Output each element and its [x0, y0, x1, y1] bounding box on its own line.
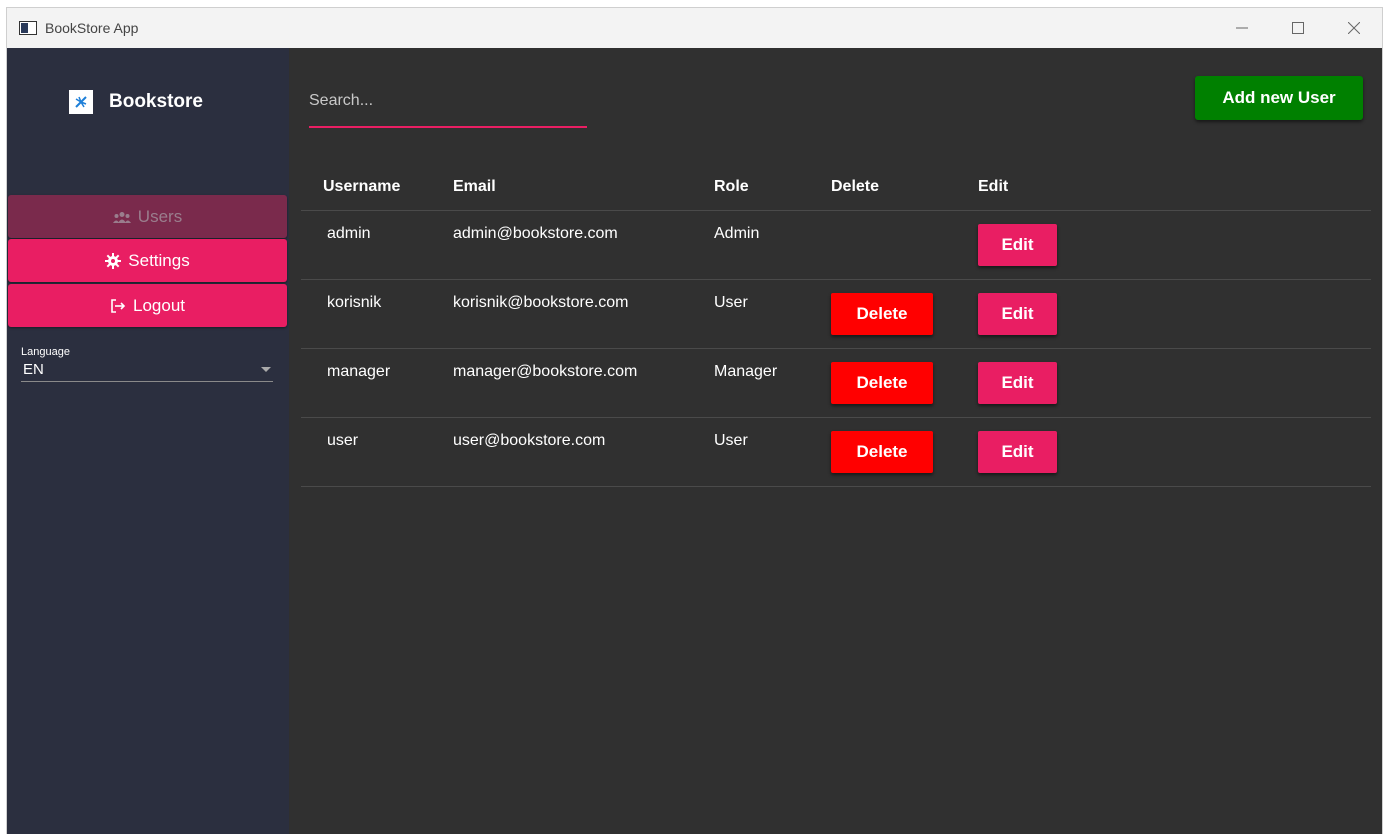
column-header-edit: Edit [978, 178, 1009, 195]
window-controls [1214, 8, 1382, 48]
sidebar: Bookstore Users Settings Logout Language… [7, 48, 289, 834]
sidebar-item-settings[interactable]: Settings [8, 239, 287, 282]
cell-role: Admin [714, 225, 760, 242]
search-field[interactable] [309, 74, 587, 128]
sidebar-item-label: Logout [133, 295, 185, 315]
window-title: BookStore App [45, 20, 139, 36]
close-icon [1348, 22, 1360, 34]
table-row: manager manager@bookstore.com Manager De… [301, 349, 1371, 418]
cell-email: admin@bookstore.com [453, 225, 618, 242]
table-row: korisnik korisnik@bookstore.com User Del… [301, 280, 1371, 349]
sidebar-item-logout[interactable]: Logout [8, 284, 287, 327]
edit-button[interactable]: Edit [978, 293, 1057, 335]
app-window-icon [19, 21, 37, 35]
sidebar-item-label: Settings [128, 250, 190, 270]
brand-name: Bookstore [109, 91, 203, 112]
sidebar-item-users[interactable]: Users [8, 195, 287, 238]
delete-button[interactable]: Delete [831, 362, 933, 404]
edit-button[interactable]: Edit [978, 224, 1057, 266]
delete-button[interactable]: Delete [831, 431, 933, 473]
maximize-icon [1292, 22, 1304, 34]
close-button[interactable] [1326, 8, 1382, 48]
cell-email: manager@bookstore.com [453, 363, 638, 380]
title-bar[interactable]: BookStore App [7, 8, 1382, 48]
table-row: user user@bookstore.com User Delete Edit [301, 418, 1371, 487]
table-header: Username Email Role Delete Edit [301, 168, 1371, 211]
users-table: Username Email Role Delete Edit admin ad… [301, 168, 1371, 487]
minimize-icon [1236, 27, 1248, 29]
column-header-email: Email [453, 178, 496, 195]
app-window: BookStore App Bookstore Users Settings L… [7, 8, 1382, 834]
cell-email: korisnik@bookstore.com [453, 294, 629, 311]
cell-role: User [714, 294, 748, 311]
edit-button[interactable]: Edit [978, 362, 1057, 404]
delete-button[interactable]: Delete [831, 293, 933, 335]
table-row: admin admin@bookstore.com Admin Edit [301, 211, 1371, 280]
language-selector[interactable]: Language EN [21, 346, 273, 382]
brand: Bookstore [69, 90, 203, 114]
search-input[interactable] [309, 88, 579, 114]
column-header-username: Username [323, 178, 401, 195]
language-value: EN [23, 361, 44, 378]
cell-username: admin [327, 225, 371, 242]
users-icon [112, 211, 131, 223]
cell-email: user@bookstore.com [453, 432, 606, 449]
logout-icon [110, 298, 126, 314]
sidebar-item-label: Users [137, 206, 183, 226]
column-header-delete: Delete [831, 178, 880, 195]
language-label: Language [21, 346, 70, 358]
gear-icon [105, 252, 122, 269]
cell-username: korisnik [327, 294, 382, 311]
edit-button[interactable]: Edit [978, 431, 1057, 473]
cell-role: Manager [714, 363, 778, 380]
language-dropdown[interactable]: EN [21, 358, 273, 382]
column-header-role: Role [714, 178, 749, 195]
minimize-button[interactable] [1214, 8, 1270, 48]
cell-username: manager [327, 363, 391, 380]
maximize-button[interactable] [1270, 8, 1326, 48]
cell-username: user [327, 432, 359, 449]
cell-role: User [714, 432, 748, 449]
bookstore-logo-icon [69, 90, 93, 114]
add-user-button[interactable]: Add new User [1195, 76, 1363, 120]
chevron-down-icon [261, 367, 271, 372]
